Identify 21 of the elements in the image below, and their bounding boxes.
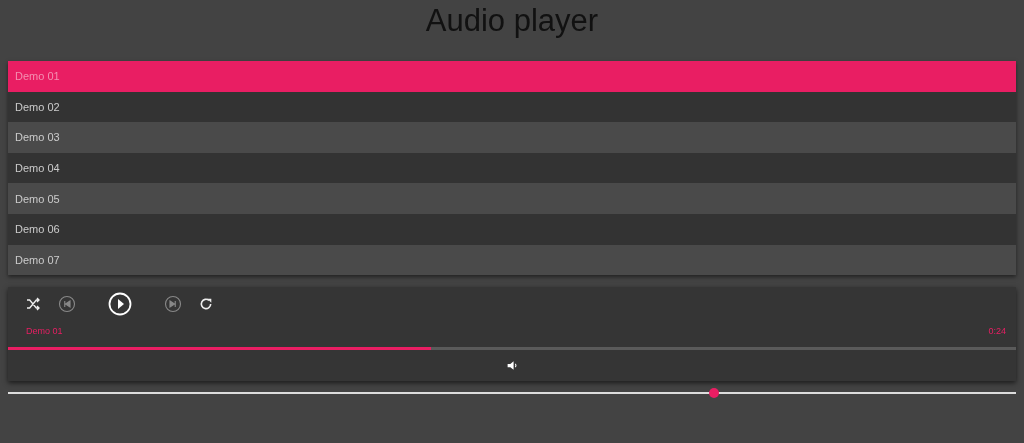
next-button[interactable] bbox=[164, 295, 182, 314]
track-time: 0:24 bbox=[988, 326, 1006, 337]
speaker-icon bbox=[505, 359, 519, 373]
playlist-item[interactable]: Demo 04 bbox=[8, 152, 1016, 184]
previous-button[interactable] bbox=[58, 295, 76, 314]
playlist-item[interactable]: Demo 02 bbox=[8, 91, 1016, 123]
playlist-item[interactable]: Demo 03 bbox=[8, 122, 1016, 153]
playlist-item[interactable]: Demo 06 bbox=[8, 213, 1016, 245]
playlist-item[interactable]: Demo 07 bbox=[8, 244, 1016, 276]
play-icon bbox=[108, 292, 132, 317]
shuffle-button[interactable] bbox=[25, 296, 41, 313]
previous-icon bbox=[58, 295, 76, 314]
play-button[interactable] bbox=[108, 292, 132, 317]
next-icon bbox=[164, 295, 182, 314]
shuffle-icon bbox=[25, 296, 41, 313]
progress-bar[interactable] bbox=[8, 347, 1016, 351]
volume-button[interactable] bbox=[505, 359, 519, 373]
track-title: Demo 01 bbox=[26, 326, 63, 337]
playlist-item[interactable]: Demo 05 bbox=[8, 183, 1016, 214]
slider-thumb[interactable] bbox=[708, 388, 719, 399]
volume-slider[interactable] bbox=[8, 387, 1016, 400]
